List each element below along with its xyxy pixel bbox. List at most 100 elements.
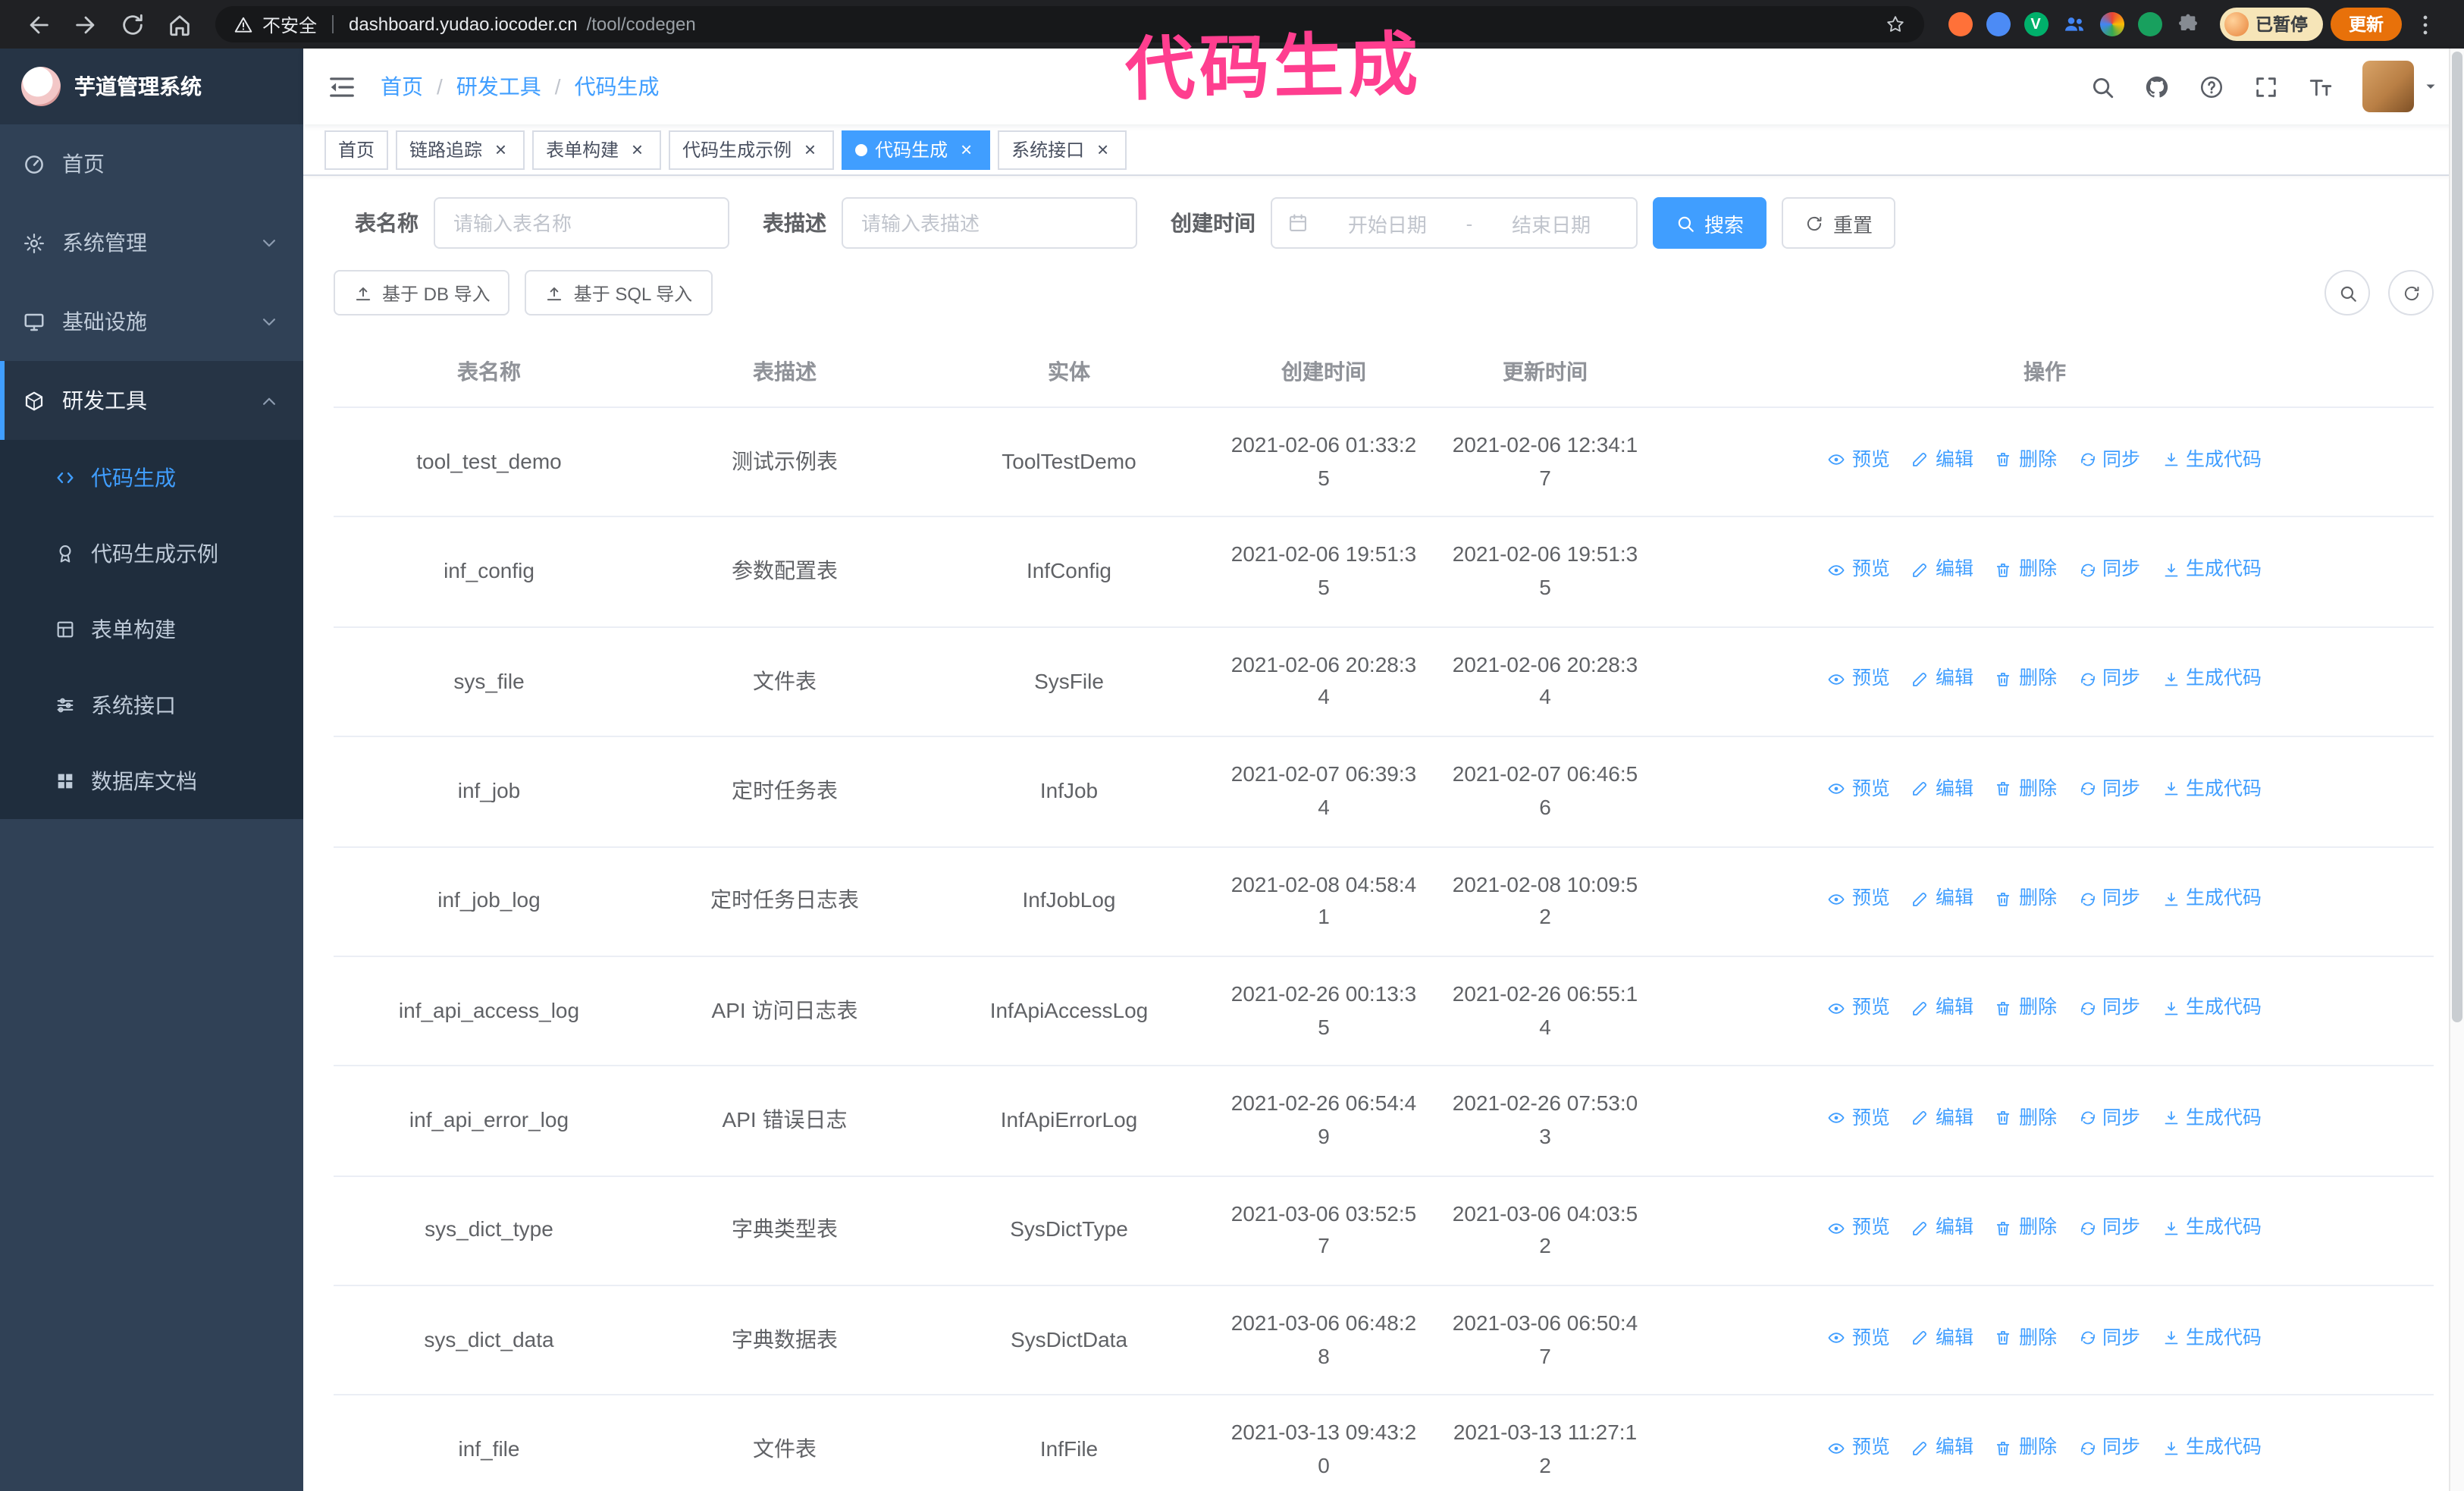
extension-icon[interactable] [1986,12,2010,36]
row-action-sync[interactable]: 同步 [2078,884,2140,914]
help-icon[interactable] [2199,74,2224,99]
close-icon[interactable]: × [626,139,647,160]
close-icon[interactable]: × [490,139,511,160]
tab-form-builder[interactable]: 表单构建 × [532,130,662,169]
sidebar-item-form-builder[interactable]: 表单构建 [0,592,303,667]
address-bar[interactable]: 不安全 dashboard.yudao.iocoder.cn/tool/code… [215,6,1923,42]
row-action-generate[interactable]: 生成代码 [2161,1104,2262,1134]
github-icon[interactable] [2144,74,2170,99]
scrollbar[interactable] [2449,49,2464,1491]
row-action-delete[interactable]: 删除 [1995,445,2057,475]
row-action-delete[interactable]: 删除 [1995,1433,2057,1463]
row-action-edit[interactable]: 编辑 [1911,774,1973,804]
extension-icon[interactable] [2061,12,2086,36]
profile-paused-badge[interactable]: 已暂停 [2219,8,2323,41]
row-action-preview[interactable]: 预览 [1828,445,1890,475]
row-action-sync[interactable]: 同步 [2078,994,2140,1024]
row-action-generate[interactable]: 生成代码 [2161,1323,2262,1353]
breadcrumb-item-home[interactable]: 首页 [381,71,423,102]
row-action-delete[interactable]: 删除 [1995,555,2057,585]
extension-icon[interactable] [1948,12,1972,36]
row-action-delete[interactable]: 删除 [1995,994,2057,1024]
sidebar-item-codegen-example[interactable]: 代码生成示例 [0,516,303,592]
row-action-delete[interactable]: 删除 [1995,1104,2057,1134]
fullscreen-icon[interactable] [2253,74,2279,99]
import-sql-button[interactable]: 基于 SQL 导入 [525,270,713,315]
kebab-menu-icon[interactable] [2412,11,2438,37]
sidebar-item-db-doc[interactable]: 数据库文档 [0,743,303,819]
sidebar-toggle-icon[interactable] [328,72,356,101]
search-button[interactable]: 搜索 [1653,197,1767,249]
row-action-edit[interactable]: 编辑 [1911,1104,1973,1134]
row-action-preview[interactable]: 预览 [1828,884,1890,914]
tab-tracer[interactable]: 链路追踪 × [396,130,525,169]
row-action-preview[interactable]: 预览 [1828,994,1890,1024]
close-icon[interactable]: × [799,139,820,160]
tab-home[interactable]: 首页 [324,130,389,169]
row-action-delete[interactable]: 删除 [1995,884,2057,914]
font-size-icon[interactable] [2308,74,2334,99]
row-action-generate[interactable]: 生成代码 [2161,884,2262,914]
reset-button[interactable]: 重置 [1782,197,1896,249]
scrollbar-thumb[interactable] [2452,52,2462,1022]
row-action-delete[interactable]: 删除 [1995,1213,2057,1243]
breadcrumb-item-codegen[interactable]: 代码生成 [575,71,660,102]
extension-icon[interactable]: V [2024,12,2048,36]
browser-home-icon[interactable] [167,11,193,37]
browser-back-icon[interactable] [26,11,52,37]
row-action-sync[interactable]: 同步 [2078,1433,2140,1463]
extension-icon[interactable] [2137,12,2161,36]
extension-icon[interactable] [2099,12,2124,36]
update-button[interactable]: 更新 [2331,8,2402,41]
row-action-edit[interactable]: 编辑 [1911,1213,1973,1243]
row-action-edit[interactable]: 编辑 [1911,994,1973,1024]
tab-codegen-example[interactable]: 代码生成示例 × [669,130,835,169]
extension-icon[interactable] [2175,12,2199,36]
row-action-generate[interactable]: 生成代码 [2161,665,2262,695]
row-action-sync[interactable]: 同步 [2078,1104,2140,1134]
row-action-edit[interactable]: 编辑 [1911,555,1973,585]
row-action-generate[interactable]: 生成代码 [2161,994,2262,1024]
table-desc-input[interactable] [842,197,1137,249]
bookmark-star-icon[interactable] [1884,14,1905,35]
breadcrumb-item-devtools[interactable]: 研发工具 [456,71,541,102]
row-action-preview[interactable]: 预览 [1828,774,1890,804]
row-action-sync[interactable]: 同步 [2078,555,2140,585]
row-action-generate[interactable]: 生成代码 [2161,1433,2262,1463]
avatar-caret-icon[interactable] [2422,77,2440,96]
tab-codegen[interactable]: 代码生成 × [842,130,991,169]
refresh-table-button[interactable] [2388,270,2434,315]
row-action-generate[interactable]: 生成代码 [2161,445,2262,475]
browser-forward-icon[interactable] [73,11,99,37]
row-action-edit[interactable]: 编辑 [1911,884,1973,914]
sidebar-item-codegen[interactable]: 代码生成 [0,440,303,516]
sidebar-item-api[interactable]: 系统接口 [0,667,303,743]
import-db-button[interactable]: 基于 DB 导入 [334,270,510,315]
header-search-icon[interactable] [2089,74,2115,99]
row-action-sync[interactable]: 同步 [2078,445,2140,475]
user-avatar[interactable] [2362,61,2414,112]
sidebar-item-infra[interactable]: 基础设施 [0,282,303,361]
row-action-edit[interactable]: 编辑 [1911,665,1973,695]
row-action-preview[interactable]: 预览 [1828,665,1890,695]
row-action-generate[interactable]: 生成代码 [2161,1213,2262,1243]
row-action-preview[interactable]: 预览 [1828,1213,1890,1243]
row-action-edit[interactable]: 编辑 [1911,1323,1973,1353]
row-action-generate[interactable]: 生成代码 [2161,774,2262,804]
tab-api[interactable]: 系统接口 × [998,130,1127,169]
row-action-preview[interactable]: 预览 [1828,1323,1890,1353]
toggle-search-button[interactable] [2324,270,2370,315]
close-icon[interactable]: × [1092,139,1113,160]
browser-reload-icon[interactable] [120,11,146,37]
row-action-sync[interactable]: 同步 [2078,1213,2140,1243]
row-action-delete[interactable]: 删除 [1995,665,2057,695]
row-action-edit[interactable]: 编辑 [1911,445,1973,475]
row-action-generate[interactable]: 生成代码 [2161,555,2262,585]
date-range-picker[interactable]: 开始日期 - 结束日期 [1271,197,1638,249]
row-action-preview[interactable]: 预览 [1828,1433,1890,1463]
table-name-input[interactable] [434,197,729,249]
row-action-sync[interactable]: 同步 [2078,665,2140,695]
row-action-sync[interactable]: 同步 [2078,774,2140,804]
sidebar-item-home[interactable]: 首页 [0,124,303,203]
row-action-delete[interactable]: 删除 [1995,1323,2057,1353]
